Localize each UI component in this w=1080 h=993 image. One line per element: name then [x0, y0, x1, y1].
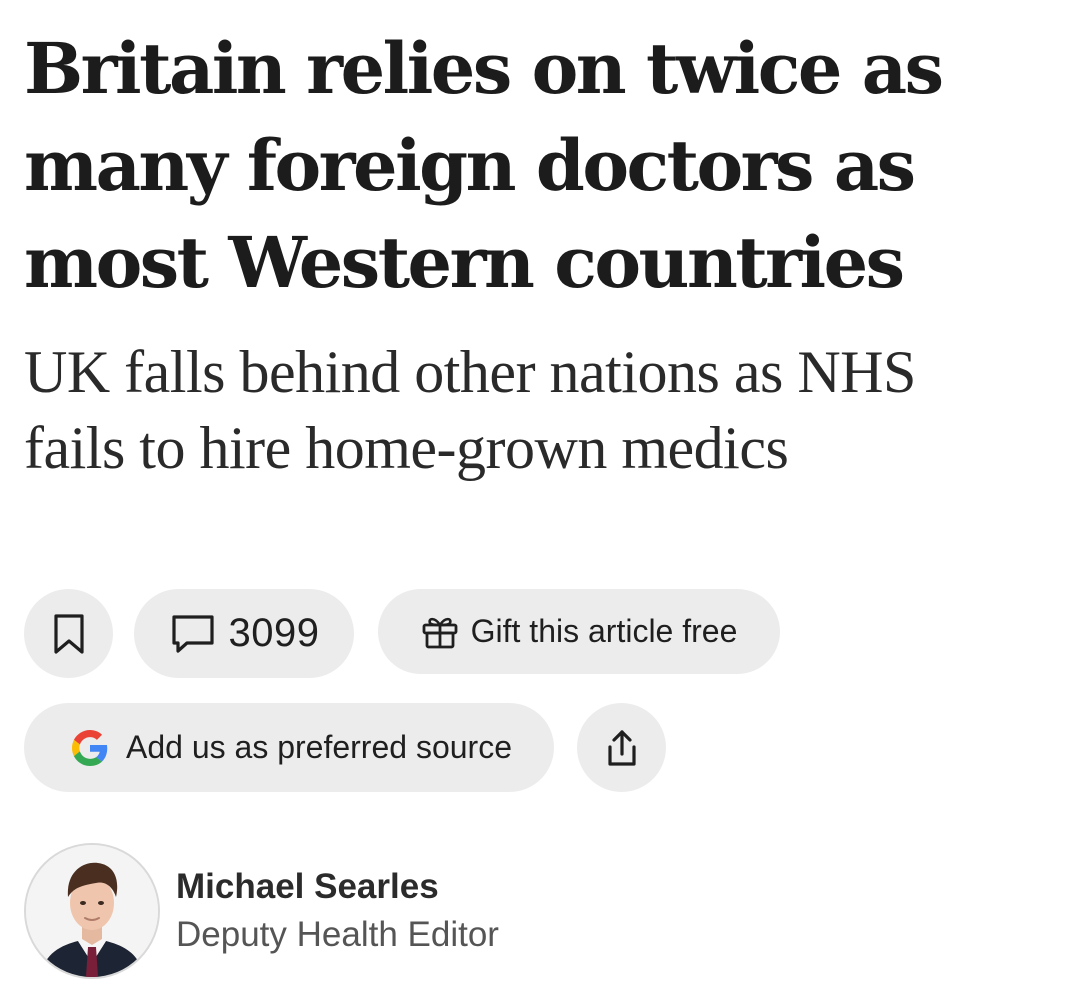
bookmark-button[interactable]: [24, 589, 113, 678]
gift-label: Gift this article free: [470, 613, 738, 649]
gift-article-button[interactable]: Gift this article free: [378, 589, 780, 674]
preferred-source-label: Add us as preferred source: [126, 729, 512, 765]
author-name[interactable]: Michael Searles: [176, 867, 439, 907]
author-role: Deputy Health Editor: [176, 915, 499, 954]
author-byline: Michael Searles Deputy Health Editor: [24, 843, 724, 983]
share-button[interactable]: [577, 703, 666, 792]
article-standfirst: UK falls behind other nations as NHS fai…: [24, 339, 916, 481]
preferred-source-button[interactable]: Add us as preferred source: [24, 703, 554, 792]
comments-button[interactable]: 3099: [134, 589, 354, 678]
bookmark-icon: [51, 613, 87, 655]
google-icon: [72, 729, 108, 766]
comment-count: 3099: [228, 611, 320, 655]
share-icon: [602, 727, 642, 769]
article-headline: Britain relies on twice as many foreign …: [24, 27, 944, 304]
gift-icon: [421, 614, 459, 650]
comment-icon: [169, 613, 217, 655]
author-avatar[interactable]: [24, 843, 160, 979]
